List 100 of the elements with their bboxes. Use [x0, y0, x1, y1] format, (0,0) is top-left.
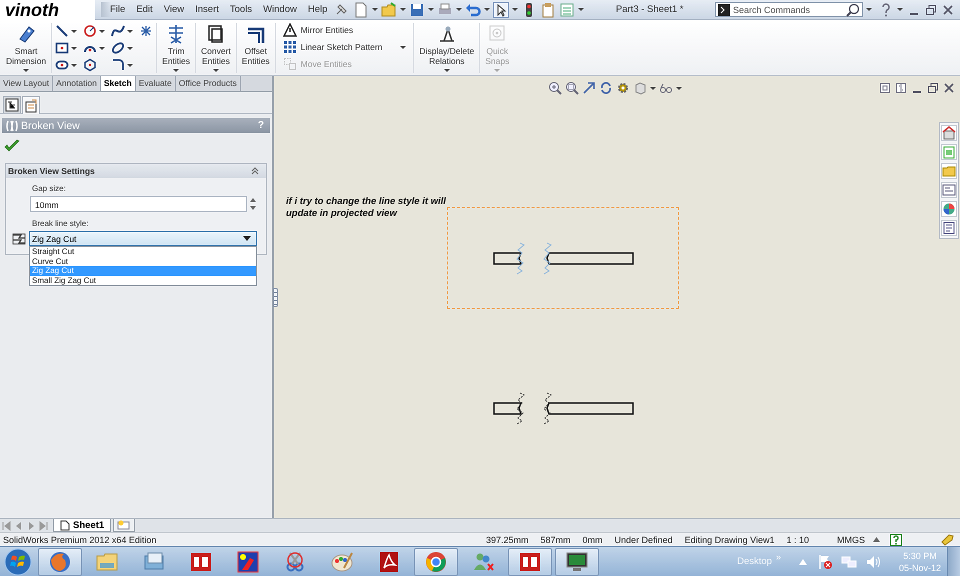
menu-item[interactable]: View [158, 2, 190, 17]
caret-icon[interactable] [99, 30, 106, 32]
caret-icon[interactable] [512, 8, 518, 11]
tool-button[interactable]: Offset Entities [242, 46, 270, 66]
caret-icon[interactable] [676, 86, 682, 90]
glasses-icon[interactable] [659, 81, 673, 95]
panel-tab[interactable] [3, 96, 21, 113]
spinner-icon[interactable] [249, 196, 257, 212]
caret-icon[interactable] [578, 8, 584, 11]
sheet-tab[interactable]: Sheet1 [53, 519, 112, 532]
tool-button[interactable]: Mirror Entities [300, 25, 354, 35]
app-icon[interactable] [236, 550, 260, 574]
caret-icon[interactable] [400, 46, 406, 48]
collapse-icon[interactable] [250, 166, 260, 176]
help-icon[interactable] [890, 534, 902, 546]
menu-item[interactable]: Insert [190, 2, 224, 17]
tile-icon[interactable] [879, 82, 891, 94]
caret-icon[interactable] [71, 30, 78, 32]
point-icon[interactable] [139, 24, 154, 38]
dropdown-arrow-icon[interactable] [243, 236, 251, 241]
tool-button[interactable]: Display/Delete Relations [419, 46, 474, 66]
ellipse-icon[interactable] [111, 41, 126, 55]
menu-item[interactable]: Window [258, 2, 302, 17]
caret-icon[interactable] [212, 69, 219, 72]
slot-icon[interactable] [55, 58, 70, 72]
menu-item[interactable]: Help [302, 2, 332, 17]
dropdown-option[interactable]: Straight Cut [30, 247, 256, 256]
dropdown-option[interactable]: Curve Cut [30, 256, 256, 266]
zoom-area-icon[interactable] [565, 81, 579, 95]
spline-icon[interactable] [111, 24, 126, 38]
appearance-icon[interactable] [941, 201, 957, 217]
menu-item[interactable]: Tools [224, 2, 258, 17]
menu-item[interactable]: Edit [131, 2, 158, 17]
caret-icon[interactable] [650, 86, 656, 90]
caret-icon[interactable] [866, 8, 872, 11]
search-box[interactable]: Search Commands [715, 2, 863, 17]
zoom-fit-icon[interactable] [548, 81, 562, 95]
caret-icon[interactable] [428, 8, 434, 11]
properties-icon[interactable] [941, 220, 957, 236]
caret-icon[interactable] [71, 64, 78, 66]
pattern-icon[interactable] [282, 40, 297, 54]
group-header[interactable]: Broken View Settings [6, 164, 266, 178]
search-icon[interactable] [846, 2, 860, 16]
tool-button[interactable]: Convert Entities [201, 46, 231, 66]
caret-icon[interactable] [173, 69, 180, 72]
library-icon[interactable] [941, 144, 957, 160]
home-icon[interactable] [941, 125, 957, 141]
restore-icon[interactable] [927, 82, 939, 94]
dropdown-option[interactable]: Small Zig Zag Cut [30, 276, 256, 285]
tab[interactable]: Evaluate [136, 76, 176, 91]
view-palette-icon[interactable] [941, 182, 957, 198]
tab[interactable]: Office Products [176, 76, 241, 91]
undo-icon[interactable] [465, 2, 482, 18]
add-sheet-button[interactable] [113, 519, 136, 532]
caret-icon[interactable] [400, 8, 406, 11]
tool-button[interactable]: Linear Sketch Pattern [300, 42, 382, 52]
folder-icon[interactable] [941, 163, 957, 179]
rebuild-icon[interactable] [599, 81, 613, 95]
start-button[interactable] [3, 546, 33, 576]
previous-view-icon[interactable] [582, 81, 596, 95]
line-icon[interactable] [55, 24, 70, 38]
fillet-icon[interactable] [111, 58, 126, 72]
ok-icon[interactable] [4, 139, 20, 153]
caret-icon[interactable] [127, 46, 134, 50]
restore-icon[interactable] [925, 4, 937, 16]
view-boundary[interactable] [447, 207, 679, 309]
caret-icon[interactable] [127, 30, 134, 32]
splitter-handle[interactable] [273, 288, 278, 307]
close-icon[interactable] [942, 4, 954, 16]
pointer-icon[interactable] [493, 2, 510, 18]
circle-icon[interactable] [83, 24, 98, 38]
caret-icon[interactable] [71, 46, 78, 50]
caret-icon[interactable] [372, 8, 378, 11]
save-icon[interactable] [409, 2, 426, 18]
search-field[interactable]: Search Commands [733, 4, 843, 14]
panel-tab[interactable] [22, 96, 40, 114]
taskbar-button[interactable] [508, 548, 552, 576]
caret-icon[interactable] [23, 69, 30, 72]
tool-button[interactable]: Smart Dimension [6, 46, 46, 66]
checklist-icon[interactable] [559, 2, 576, 18]
document-icon[interactable] [377, 550, 401, 574]
rectangle-icon[interactable] [55, 41, 70, 55]
input-field[interactable]: 10mm [30, 196, 247, 212]
menu-item[interactable]: File [105, 2, 130, 17]
palette-icon[interactable] [330, 550, 354, 574]
gear-icon[interactable] [616, 81, 630, 95]
close-icon[interactable] [943, 82, 955, 94]
caret-icon[interactable] [484, 8, 490, 11]
help-icon[interactable] [880, 2, 892, 16]
tab[interactable]: View Layout [0, 76, 54, 91]
new-document-icon[interactable] [353, 2, 370, 18]
clipboard-icon[interactable] [540, 2, 556, 18]
caret-icon[interactable] [897, 8, 903, 11]
mirror-icon[interactable] [282, 23, 297, 37]
flag-icon[interactable] [816, 554, 833, 570]
split-icon[interactable] [895, 82, 907, 94]
polygon-icon[interactable] [83, 58, 98, 72]
taskbar-button[interactable] [555, 548, 599, 576]
units-button[interactable]: MMGS [837, 534, 866, 544]
caret-icon[interactable] [456, 8, 462, 11]
